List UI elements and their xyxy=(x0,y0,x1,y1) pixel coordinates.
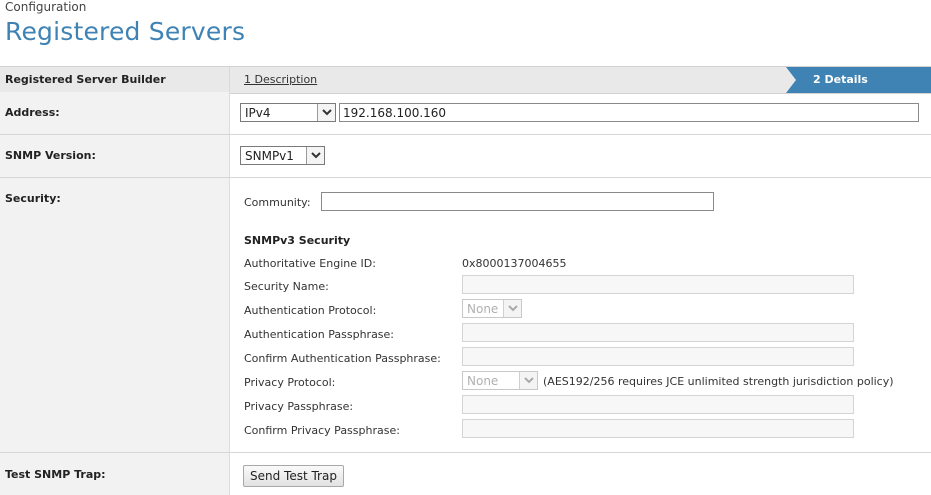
wizard-step-arrow xyxy=(786,67,796,93)
snmp-version-select[interactable]: SNMPv1 xyxy=(240,146,325,165)
wizard-divider xyxy=(229,67,230,93)
auth-protocol-value: None xyxy=(467,302,499,316)
page-title: Registered Servers xyxy=(5,17,246,46)
security-name-label: Security Name: xyxy=(244,280,329,293)
row-separator xyxy=(0,452,931,453)
confirm-privacy-passphrase-label: Confirm Privacy Passphrase: xyxy=(244,424,400,437)
privacy-protocol-label: Privacy Protocol: xyxy=(244,376,336,389)
auth-protocol-label: Authentication Protocol: xyxy=(244,304,377,317)
engine-id-value: 0x8000137004655 xyxy=(462,257,567,270)
address-input[interactable] xyxy=(339,103,919,122)
ip-type-value: IPv4 xyxy=(245,106,271,120)
send-test-trap-button[interactable]: Send Test Trap xyxy=(243,465,344,487)
chevron-down-icon xyxy=(306,147,324,164)
breadcrumb: Configuration xyxy=(5,0,87,14)
privacy-note: (AES192/256 requires JCE unlimited stren… xyxy=(543,375,894,388)
chevron-down-icon xyxy=(317,104,335,121)
address-label: Address: xyxy=(5,106,60,119)
privacy-passphrase-label: Privacy Passphrase: xyxy=(244,400,354,413)
confirm-auth-passphrase-input[interactable] xyxy=(462,347,854,366)
privacy-protocol-select[interactable]: None xyxy=(462,371,538,390)
security-label: Security: xyxy=(5,192,61,205)
wizard-bar: Registered Server Builder 1 Description … xyxy=(0,66,931,94)
test-trap-label: Test SNMP Trap: xyxy=(5,468,106,481)
chevron-down-icon xyxy=(519,372,537,389)
wizard-label: Registered Server Builder xyxy=(5,73,166,86)
chevron-down-icon xyxy=(503,300,521,317)
auth-protocol-select[interactable]: None xyxy=(462,299,522,318)
confirm-privacy-passphrase-input[interactable] xyxy=(462,419,854,438)
confirm-auth-passphrase-label: Confirm Authentication Passphrase: xyxy=(244,352,441,365)
privacy-protocol-value: None xyxy=(467,374,499,388)
row-separator xyxy=(0,134,931,135)
wizard-step-details: 2 Details xyxy=(813,73,868,86)
engine-id-label: Authoritative Engine ID: xyxy=(244,257,376,270)
snmpv3-section-title: SNMPv3 Security xyxy=(244,234,351,247)
row-separator xyxy=(0,177,931,178)
security-name-input[interactable] xyxy=(462,275,854,294)
wizard-step-description[interactable]: 1 Description xyxy=(244,73,317,86)
community-label: Community: xyxy=(244,196,311,209)
auth-passphrase-label: Authentication Passphrase: xyxy=(244,328,395,341)
snmp-version-label: SNMP Version: xyxy=(5,149,96,162)
snmp-version-value: SNMPv1 xyxy=(245,149,294,163)
community-input[interactable] xyxy=(321,192,714,211)
ip-type-select[interactable]: IPv4 xyxy=(240,103,336,122)
auth-passphrase-input[interactable] xyxy=(462,323,854,342)
privacy-passphrase-input[interactable] xyxy=(462,395,854,414)
